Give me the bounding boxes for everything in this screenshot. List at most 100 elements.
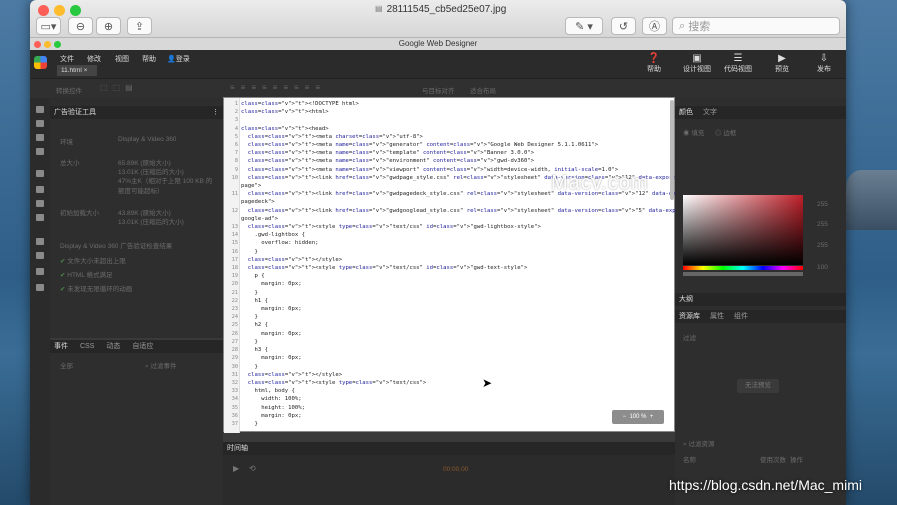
code-line[interactable]: } (241, 248, 671, 256)
transform-control-toggle[interactable]: 转换控件 (56, 85, 82, 95)
code-line[interactable]: class=class="v">"t"></style> (241, 256, 671, 264)
code-line[interactable]: } (241, 289, 671, 297)
share-button[interactable]: ⇪ (127, 17, 152, 35)
tab-css[interactable]: CSS (80, 340, 94, 353)
align-tools-icon[interactable]: ⬚⬚▤ (100, 83, 220, 93)
code-line[interactable]: class=class="v">"t"><style type=class="v… (241, 379, 671, 387)
red-value[interactable]: 255 (817, 201, 828, 208)
code-line[interactable]: pagedeck"> (241, 198, 671, 206)
col-actions[interactable]: 操作 (790, 454, 803, 464)
fill-tool-icon[interactable] (36, 238, 44, 245)
alpha-value[interactable]: 100 (817, 264, 828, 271)
library-search[interactable]: ⌕ 过滤资源 (683, 438, 714, 449)
code-line[interactable]: class=class="v">"t"><link href=class="v"… (241, 207, 726, 215)
fill-mode[interactable]: ◉ 填充 (683, 127, 704, 137)
zoom-in-button[interactable]: ⊕ (96, 17, 121, 35)
code-line[interactable]: margin: 0px; (241, 305, 671, 313)
code-line[interactable]: overflow: hidden; (241, 239, 671, 247)
code-line[interactable]: class=class="v">"t"><style type=class="v… (241, 264, 671, 272)
loop-icon[interactable]: ⟲ (249, 464, 256, 473)
zoom-plus-icon[interactable]: + (647, 414, 654, 420)
code-line[interactable]: .gwd-lightbox { (241, 231, 671, 239)
code-line[interactable] (241, 116, 671, 124)
fit-layout-toggle[interactable]: 适合布局 (470, 85, 496, 95)
code-line[interactable]: } (241, 420, 671, 428)
close-button[interactable] (38, 5, 49, 16)
zoom-control[interactable]: − 100 % + (612, 410, 664, 424)
design-view-button[interactable]: ▣ 设计视图 (682, 53, 712, 74)
code-line[interactable]: } (241, 338, 671, 346)
code-line[interactable]: class=class="v">"t"><meta name=class="v"… (241, 157, 671, 165)
code-line[interactable]: class=class="v">"t"><meta name=class="v"… (241, 149, 671, 157)
tab-properties[interactable]: 属性 (710, 310, 724, 323)
sidebar-toggle-button[interactable]: ▭▾ (36, 17, 61, 35)
code-line[interactable]: margin: 0px; (241, 412, 671, 420)
play-icon[interactable]: ▶ (233, 464, 239, 473)
markup-button[interactable]: ✎ ▾ (565, 17, 603, 35)
shape-tool-icon[interactable] (36, 148, 44, 155)
tab-dynamic[interactable]: 动态 (106, 340, 120, 353)
tab-responsive[interactable]: 自适应 (132, 340, 153, 353)
code-view-button[interactable]: ☰ 代码视图 (723, 53, 753, 74)
crop-tool-icon[interactable] (36, 284, 44, 291)
col-usage[interactable]: 使用次数 (760, 454, 786, 464)
code-line[interactable]: class=class="v">"t"><html> (241, 108, 671, 116)
code-line[interactable]: class=class="v">"t"><meta name=class="v"… (241, 141, 671, 149)
code-line[interactable]: h2 { (241, 321, 671, 329)
menu-file[interactable]: 文件 (60, 54, 74, 64)
annotate-button[interactable]: Ⓐ (642, 17, 667, 35)
code-line[interactable]: html, body { (241, 387, 671, 395)
oval-tool-icon[interactable] (36, 170, 44, 177)
tab-library[interactable]: 资源库 (679, 310, 700, 323)
tab-text[interactable]: 文字 (703, 106, 717, 119)
code-line[interactable]: class=class="v">"t"><!DOCTYPE html> (241, 100, 671, 108)
code-line[interactable]: class=class="v">"t"><style type=class="v… (241, 223, 671, 231)
zoom-tool-icon[interactable] (36, 268, 44, 275)
menu-modify[interactable]: 修改 (87, 54, 101, 64)
tab-events[interactable]: 事件 (54, 340, 68, 353)
col-name[interactable]: 名称 (683, 454, 696, 464)
align-to-target-toggle[interactable]: 与目标对齐 (422, 85, 455, 95)
code-line[interactable]: } (241, 313, 671, 321)
zoom-button[interactable] (70, 5, 81, 16)
editor-scrollbar[interactable] (670, 100, 674, 200)
search-field[interactable]: ⌕ 搜索 (672, 17, 840, 35)
code-line[interactable]: class=class="v">"t"><meta charset=class=… (241, 133, 671, 141)
login-button[interactable]: 👤登录 (167, 54, 190, 64)
zoom-out-button[interactable]: ⊖ (68, 17, 93, 35)
publish-button[interactable]: ⇩ 发布 (814, 53, 834, 74)
code-line[interactable]: p { (241, 272, 671, 280)
alpha-slider[interactable] (683, 272, 803, 276)
pen-tool-icon[interactable] (36, 186, 44, 193)
panel-menu-icon[interactable]: ⋮ (212, 106, 223, 119)
code-line[interactable]: width: 100%; (241, 395, 671, 403)
menu-view[interactable]: 视图 (115, 54, 129, 64)
stroke-mode[interactable]: ◎ 边框 (715, 127, 736, 137)
3d-tool-icon[interactable] (36, 120, 44, 127)
code-line[interactable]: } (241, 363, 671, 371)
minimize-button[interactable] (54, 5, 65, 16)
code-line[interactable]: h3 { (241, 346, 671, 354)
code-line[interactable]: google-ad"> (241, 215, 671, 223)
events-search[interactable]: ⌕ 过滤事件 (145, 360, 176, 371)
code-editor[interactable]: 1 2 3 4 5 6 7 8 9 10 11 12 13 14 15 16 17 18 19 20 21 22 23… (223, 97, 729, 433)
code-line[interactable]: height: 100%; (241, 404, 671, 412)
close-tab-icon[interactable]: × (82, 67, 88, 74)
tab-components[interactable]: 组件 (734, 310, 748, 323)
events-filter-select[interactable]: 全部 (60, 360, 73, 370)
hue-slider[interactable] (683, 266, 803, 270)
code-line[interactable]: class=class="v">"t"></style> (241, 371, 671, 379)
color-picker-area[interactable] (683, 195, 803, 265)
code-line[interactable]: class=class="v">"t"><head> (241, 125, 671, 133)
green-value[interactable]: 255 (817, 221, 828, 228)
code-line[interactable]: h1 { (241, 297, 671, 305)
select-tool-icon[interactable] (36, 106, 44, 113)
tab-color[interactable]: 颜色 (679, 106, 693, 119)
code-line[interactable]: margin: 0px; (241, 330, 671, 338)
preview-button[interactable]: ▶ 预览 (772, 53, 792, 74)
code-line[interactable]: margin: 0px; (241, 354, 671, 362)
code-content[interactable]: class=class="v">"t"><!DOCTYPE html> class… (241, 100, 729, 428)
text-tool-icon[interactable] (36, 200, 44, 207)
gwd-zoom-button[interactable] (54, 41, 61, 48)
menu-help[interactable]: 帮助 (142, 54, 156, 64)
